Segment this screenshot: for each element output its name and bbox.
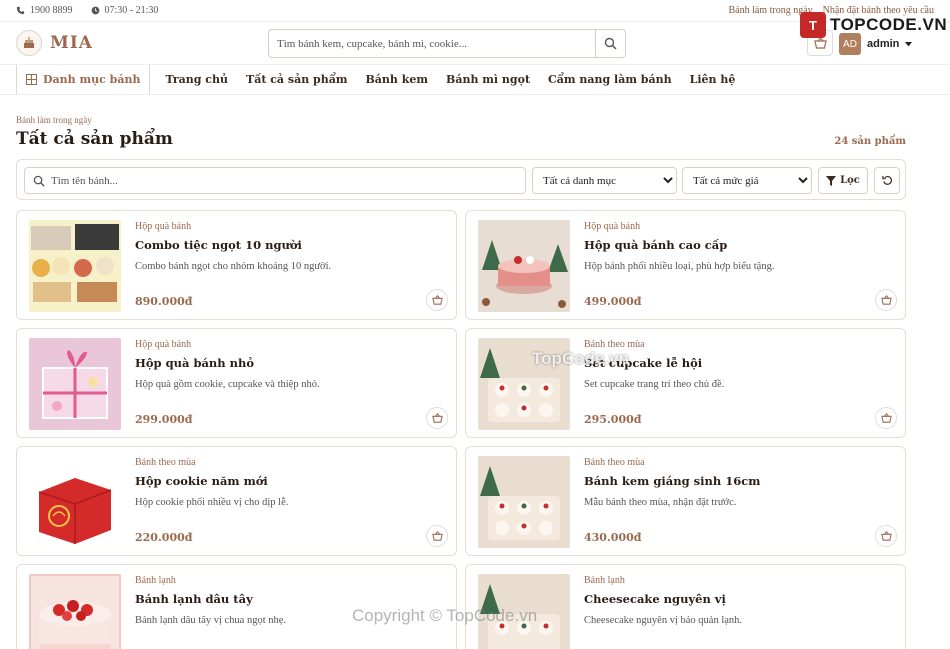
- category-menu-label: Danh mục bánh: [43, 73, 141, 86]
- category-select[interactable]: Tất cả danh mục: [532, 167, 677, 194]
- basket-icon: [431, 413, 443, 423]
- main-nav: Danh mục bánh Trang chủ Tất cả sản phẩm …: [0, 65, 950, 95]
- product-name[interactable]: Hộp quà bánh cao cấp: [584, 238, 727, 252]
- phone-info: 1900 8899: [16, 5, 73, 16]
- product-name[interactable]: Hộp quà bánh nhỏ: [135, 356, 254, 370]
- search-icon: [33, 175, 45, 187]
- product-category: Hộp quà bánh: [135, 339, 192, 350]
- filter-button-label: Lọc: [840, 175, 860, 186]
- product-name[interactable]: Bánh kem giáng sinh 16cm: [584, 474, 760, 488]
- nav-sweet-bread[interactable]: Bánh mì ngọt: [437, 65, 539, 94]
- page-title: Tất cả sản phẩm: [16, 129, 173, 149]
- product-card[interactable]: Bánh theo mùa Bánh kem giáng sinh 16cm M…: [465, 446, 906, 556]
- clock-icon: [91, 6, 99, 15]
- price-select[interactable]: Tất cả mức giá: [682, 167, 812, 194]
- add-to-cart-button[interactable]: [426, 407, 448, 429]
- reset-button[interactable]: [874, 167, 900, 194]
- product-desc: Hộp quà gồm cookie, cupcake và thiệp nhỏ…: [135, 379, 320, 390]
- phone-number: 1900 8899: [30, 5, 73, 16]
- search-bar: [268, 29, 626, 58]
- product-search: [24, 167, 526, 194]
- product-image-new-year-cookie-box[interactable]: [29, 456, 121, 548]
- product-card[interactable]: Hộp quà bánh Hộp quà bánh nhỏ Hộp quà gồ…: [16, 328, 457, 438]
- basket-icon: [813, 37, 827, 49]
- product-image-party-combo[interactable]: [29, 220, 121, 312]
- search-button[interactable]: [595, 30, 625, 57]
- logo[interactable]: MIA: [16, 30, 93, 56]
- product-image-premium-gift-box[interactable]: [478, 220, 570, 312]
- product-card[interactable]: Bánh theo mùa Set cupcake lễ hội Set cup…: [465, 328, 906, 438]
- product-card[interactable]: Bánh theo mùa Hộp cookie năm mới Hộp coo…: [16, 446, 457, 556]
- nav-contact[interactable]: Liên hệ: [681, 65, 745, 94]
- topcode-logo-text: TOPCODE.VN: [830, 15, 948, 34]
- basket-icon: [880, 413, 892, 423]
- product-name[interactable]: Combo tiệc ngọt 10 người: [135, 238, 302, 252]
- product-category: Bánh lạnh: [135, 575, 176, 586]
- product-price: 430.000đ: [584, 531, 642, 544]
- product-desc: Cheesecake nguyên vị bảo quản lạnh.: [584, 615, 743, 626]
- basket-icon: [880, 295, 892, 305]
- add-to-cart-button[interactable]: [426, 525, 448, 547]
- product-category: Hộp quà bánh: [135, 221, 192, 232]
- breadcrumb[interactable]: Bánh làm trong ngày: [16, 115, 92, 125]
- product-image-small-gift-box[interactable]: [29, 338, 121, 430]
- search-icon: [604, 37, 617, 50]
- nav-all-products[interactable]: Tất cả sản phẩm: [237, 65, 356, 94]
- grid-icon: [26, 74, 37, 85]
- product-category: Hộp quà bánh: [584, 221, 641, 232]
- phone-icon: [16, 6, 25, 15]
- product-desc: Set cupcake trang trí theo chủ đề.: [584, 379, 725, 390]
- add-to-cart-button[interactable]: [426, 289, 448, 311]
- product-category: Bánh theo mùa: [135, 457, 196, 468]
- product-price: 890.000đ: [135, 295, 193, 308]
- topcode-shield-icon: T: [800, 12, 826, 38]
- product-image-strawberry-mousse[interactable]: [29, 574, 121, 649]
- product-desc: Bánh lạnh dâu tây vị chua ngọt nhẹ.: [135, 615, 287, 626]
- product-category: Bánh theo mùa: [584, 457, 645, 468]
- product-desc: Hộp bánh phối nhiều loại, phù hợp biếu t…: [584, 261, 775, 272]
- product-name[interactable]: Bánh lạnh dâu tây: [135, 592, 253, 606]
- basket-icon: [880, 531, 892, 541]
- filter-button[interactable]: Lọc: [818, 167, 868, 194]
- opening-hours: 07:30 - 21:30: [104, 5, 159, 16]
- product-price: 299.000đ: [135, 413, 193, 426]
- product-search-input[interactable]: [51, 174, 525, 187]
- add-to-cart-button[interactable]: [875, 407, 897, 429]
- reset-icon: [881, 175, 892, 185]
- nav-cakes[interactable]: Bánh kem: [357, 65, 438, 94]
- topcode-watermark-logo: T TOPCODE.VN: [800, 12, 947, 38]
- product-desc: Hộp cookie phối nhiều vị cho dịp lễ.: [135, 497, 289, 508]
- category-menu-button[interactable]: Danh mục bánh: [16, 65, 151, 94]
- product-name[interactable]: Cheesecake nguyên vị: [584, 592, 726, 606]
- product-price: 499.000đ: [584, 295, 642, 308]
- copyright-watermark: Copyright © TopCode.vn: [352, 606, 538, 625]
- product-card[interactable]: Hộp quà bánh Hộp quà bánh cao cấp Hộp bá…: [465, 210, 906, 320]
- caret-down-icon: [905, 41, 913, 46]
- funnel-icon: [826, 175, 837, 186]
- product-desc: Combo bánh ngọt cho nhóm khoảng 10 người…: [135, 261, 332, 272]
- add-to-cart-button[interactable]: [875, 289, 897, 311]
- product-category: Bánh lạnh: [584, 575, 625, 586]
- logo-text: MIA: [50, 33, 93, 53]
- topcode-watermark-center: TopCode.vn: [532, 349, 629, 368]
- cake-icon: [16, 30, 42, 56]
- product-price: 220.000đ: [135, 531, 193, 544]
- basket-icon: [431, 295, 443, 305]
- product-desc: Mẫu bánh theo mùa, nhận đặt trước.: [584, 497, 737, 508]
- add-to-cart-button[interactable]: [875, 525, 897, 547]
- product-name[interactable]: Hộp cookie năm mới: [135, 474, 268, 488]
- user-name: admin: [867, 38, 900, 50]
- product-card[interactable]: Hộp quà bánh Combo tiệc ngọt 10 người Co…: [16, 210, 457, 320]
- basket-icon: [431, 531, 443, 541]
- nav-baking-guide[interactable]: Cẩm nang làm bánh: [539, 65, 681, 94]
- search-input[interactable]: [269, 30, 595, 57]
- product-price: 295.000đ: [584, 413, 642, 426]
- filter-bar: Tất cả danh mục Tất cả mức giá Lọc: [16, 159, 906, 200]
- hours-info: 07:30 - 21:30: [91, 5, 159, 16]
- product-image-christmas-cake[interactable]: [478, 456, 570, 548]
- nav-home[interactable]: Trang chủ: [156, 65, 237, 94]
- product-count: 24 sản phẩm: [834, 136, 906, 147]
